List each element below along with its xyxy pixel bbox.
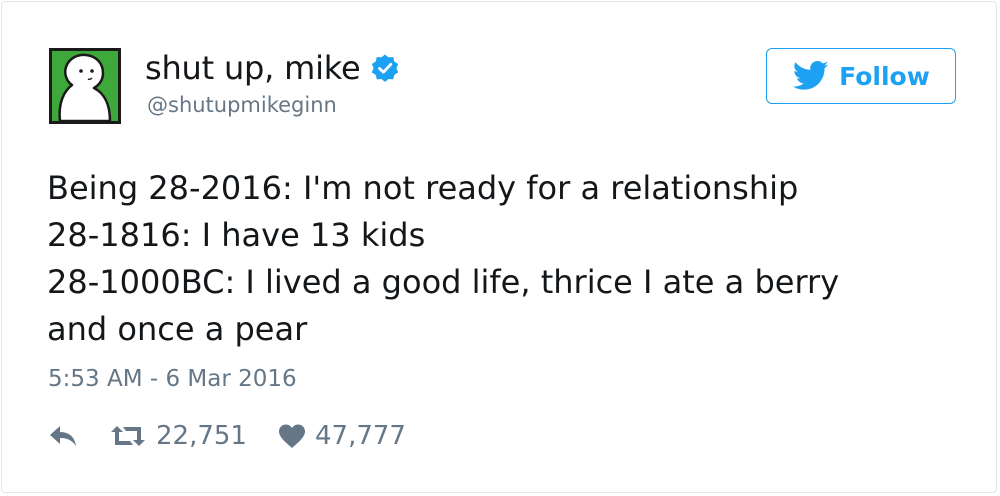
reply-button[interactable] [48, 424, 78, 448]
tweet-actions: 22,751 47,777 [48, 418, 406, 454]
display-name[interactable]: shut up, mike [145, 48, 361, 88]
avatar-ghost-icon [58, 53, 112, 121]
like-count: 47,777 [314, 421, 406, 451]
twitter-bird-icon [793, 61, 829, 90]
tweet-line: 28-1000BC: I lived a good life, thrice I… [47, 263, 840, 301]
tweet-line: and once a pear [47, 310, 308, 348]
retweet-icon [111, 426, 145, 446]
tweet-line: Being 28-2016: I'm not ready for a relat… [47, 169, 799, 207]
author-name-row: shut up, mike [145, 48, 400, 88]
tweet-text: Being 28-2016: I'm not ready for a relat… [47, 165, 947, 353]
heart-icon [278, 424, 305, 448]
verified-badge-icon [372, 54, 399, 82]
reply-icon [50, 426, 76, 446]
user-handle[interactable]: @shutupmikeginn [147, 92, 337, 118]
retweet-button[interactable]: 22,751 [108, 421, 247, 451]
follow-label: Follow [839, 61, 930, 91]
follow-button[interactable]: Follow [766, 48, 956, 104]
tweet-card: shut up, mike @shutupmikeginn Follow Bei… [1, 1, 997, 493]
retweet-count: 22,751 [156, 421, 247, 451]
like-button[interactable]: 47,777 [277, 421, 406, 451]
tweet-line: 28-1816: I have 13 kids [47, 216, 426, 254]
avatar[interactable] [49, 48, 121, 124]
tweet-timestamp[interactable]: 5:53 AM - 6 Mar 2016 [48, 364, 297, 394]
